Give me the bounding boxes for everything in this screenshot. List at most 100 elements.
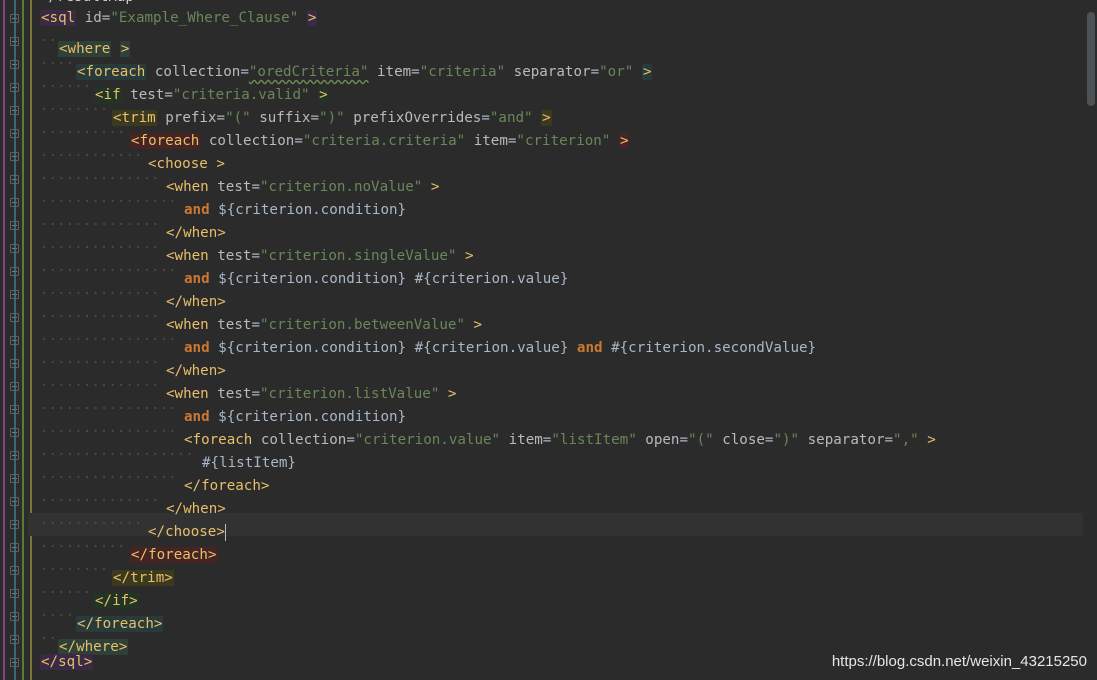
code-line[interactable]: ·· </where> bbox=[40, 628, 129, 655]
change-marker bbox=[30, 0, 32, 680]
code-token: item bbox=[465, 133, 508, 149]
code-line[interactable]: ······ <if test="criteria.valid" > bbox=[40, 76, 329, 103]
indent-whitespace: ········ bbox=[40, 102, 109, 118]
code-line[interactable]: ················ <foreach collection="cri… bbox=[40, 421, 936, 448]
code-line[interactable]: ·· <where > bbox=[40, 30, 131, 57]
indent-whitespace: ·· bbox=[40, 33, 58, 49]
code-content: <foreach collection="criterion.value" it… bbox=[184, 432, 936, 448]
code-line[interactable]: <sql id="Example_Where_Clause" > bbox=[40, 7, 318, 30]
indent-whitespace: ······ bbox=[40, 585, 92, 601]
indent-whitespace: ······ bbox=[40, 79, 92, 95]
code-line[interactable]: ········ <trim prefix="(" suffix=")" pref… bbox=[40, 99, 552, 126]
code-line[interactable]: ················ </foreach> bbox=[40, 467, 269, 494]
code-token: = bbox=[346, 432, 355, 448]
code-content: and ${criterion.condition} #{criterion.v… bbox=[184, 271, 568, 287]
code-line[interactable]: ············ </choose> bbox=[40, 513, 226, 541]
code-token: ${criterion.condition} bbox=[209, 202, 407, 218]
code-token: > bbox=[618, 133, 630, 149]
code-line[interactable]: ·············· <when test="criterion.noVa… bbox=[40, 168, 439, 195]
code-content: <sql id="Example_Where_Clause" > bbox=[40, 10, 318, 26]
code-token: open bbox=[636, 432, 680, 448]
code-line[interactable]: ······ </if> bbox=[40, 582, 139, 609]
code-line[interactable]: ·············· </when> bbox=[40, 490, 226, 517]
code-token: #{criterion.secondValue} bbox=[602, 340, 817, 356]
code-token: ${criterion.condition} #{criterion.value… bbox=[209, 271, 569, 287]
indent-whitespace: ·············· bbox=[40, 171, 160, 187]
code-line[interactable]: ·················· #{listItem} bbox=[40, 444, 296, 471]
indent-whitespace: ·············· bbox=[40, 355, 160, 371]
indent-whitespace: ·············· bbox=[40, 378, 160, 394]
code-token: "Example_Where_Clause" bbox=[110, 10, 299, 26]
code-line[interactable]: </sql> bbox=[40, 651, 94, 674]
indent-whitespace: ·· bbox=[40, 631, 58, 647]
code-line[interactable]: ················ and ${criterion.conditio… bbox=[40, 329, 816, 356]
indent-whitespace: ················ bbox=[40, 332, 177, 348]
indent-whitespace: ················ bbox=[40, 401, 177, 417]
code-line[interactable]: ·············· <when test="criterion.list… bbox=[40, 375, 456, 402]
code-token: "criteria.criteria" bbox=[302, 133, 466, 149]
code-token: > bbox=[306, 10, 318, 26]
code-line[interactable]: ·········· </foreach> bbox=[40, 536, 218, 563]
code-token: = bbox=[411, 64, 420, 80]
code-token: </sql> bbox=[40, 654, 94, 670]
code-token: "listItem" bbox=[551, 432, 637, 448]
indent-whitespace: ·········· bbox=[40, 539, 126, 555]
code-line[interactable]: ·············· </when> bbox=[40, 214, 226, 241]
code-token: = bbox=[294, 133, 303, 149]
code-token: "or" bbox=[599, 64, 634, 80]
watermark: https://blog.csdn.net/weixin_43215250 bbox=[831, 653, 1087, 670]
indent-whitespace: ············ bbox=[40, 148, 143, 164]
code-line[interactable]: ·············· <when test="criterion.betw… bbox=[40, 306, 482, 333]
vertical-scrollbar[interactable] bbox=[1087, 12, 1095, 106]
code-token: ${criterion.condition} #{criterion.value… bbox=[209, 340, 577, 356]
code-line[interactable]: ················ and ${criterion.conditio… bbox=[40, 398, 406, 425]
indent-whitespace: ········ bbox=[40, 562, 109, 578]
code-token: item bbox=[500, 432, 543, 448]
code-token: "(" bbox=[688, 432, 714, 448]
code-content: and ${criterion.condition} #{criterion.v… bbox=[184, 340, 816, 356]
code-token: > bbox=[430, 179, 440, 195]
code-token: > bbox=[641, 64, 653, 80]
code-token: ")" bbox=[773, 432, 800, 448]
code-line[interactable]: ·········· <foreach collection="criteria.… bbox=[40, 122, 630, 149]
code-token: "criteria" bbox=[419, 64, 506, 80]
code-line[interactable]: ···· <foreach collection="oredCriteria" i… bbox=[40, 53, 653, 80]
code-token: "criterion" bbox=[516, 133, 611, 149]
change-marker bbox=[3, 0, 5, 680]
code-line[interactable]: ·············· <when test="criterion.sing… bbox=[40, 237, 474, 264]
indent-whitespace: ················ bbox=[40, 194, 177, 210]
indent-whitespace: ·············· bbox=[40, 493, 160, 509]
code-token: > bbox=[927, 432, 936, 448]
code-token: id bbox=[76, 10, 102, 26]
indent-whitespace: ·················· bbox=[40, 447, 194, 463]
change-marker bbox=[14, 0, 16, 680]
code-line[interactable]: ·············· </when> bbox=[40, 352, 226, 379]
code-line[interactable]: ················ and ${criterion.conditio… bbox=[40, 191, 406, 218]
code-token: item bbox=[368, 64, 412, 80]
gutter bbox=[0, 0, 32, 680]
code-content: </sql> bbox=[40, 654, 94, 670]
indent-whitespace: ·············· bbox=[40, 286, 160, 302]
code-token: <sql bbox=[40, 10, 77, 26]
change-marker bbox=[22, 0, 24, 680]
indent-whitespace: ·········· bbox=[40, 125, 126, 141]
code-token: = bbox=[679, 432, 689, 448]
code-line[interactable]: ········ </trim> bbox=[40, 559, 174, 586]
code-token: separator bbox=[799, 432, 885, 448]
code-token: "criterion.value" bbox=[354, 432, 501, 448]
code-line[interactable]: ················ and ${criterion.conditio… bbox=[40, 260, 568, 287]
code-line[interactable]: ·············· </when> bbox=[40, 283, 226, 310]
code-token: "," bbox=[893, 432, 919, 448]
code-line[interactable]: ············ <choose > bbox=[40, 145, 225, 172]
indent-whitespace: ·············· bbox=[40, 240, 160, 256]
text-caret bbox=[224, 523, 226, 541]
code-token: = bbox=[590, 64, 600, 80]
indent-whitespace: ············ bbox=[40, 516, 143, 532]
code-line[interactable]: ···· </foreach> bbox=[40, 605, 164, 632]
code-editor[interactable]: </resultMap> <sql id="Example_Where_Clau… bbox=[0, 0, 1097, 680]
